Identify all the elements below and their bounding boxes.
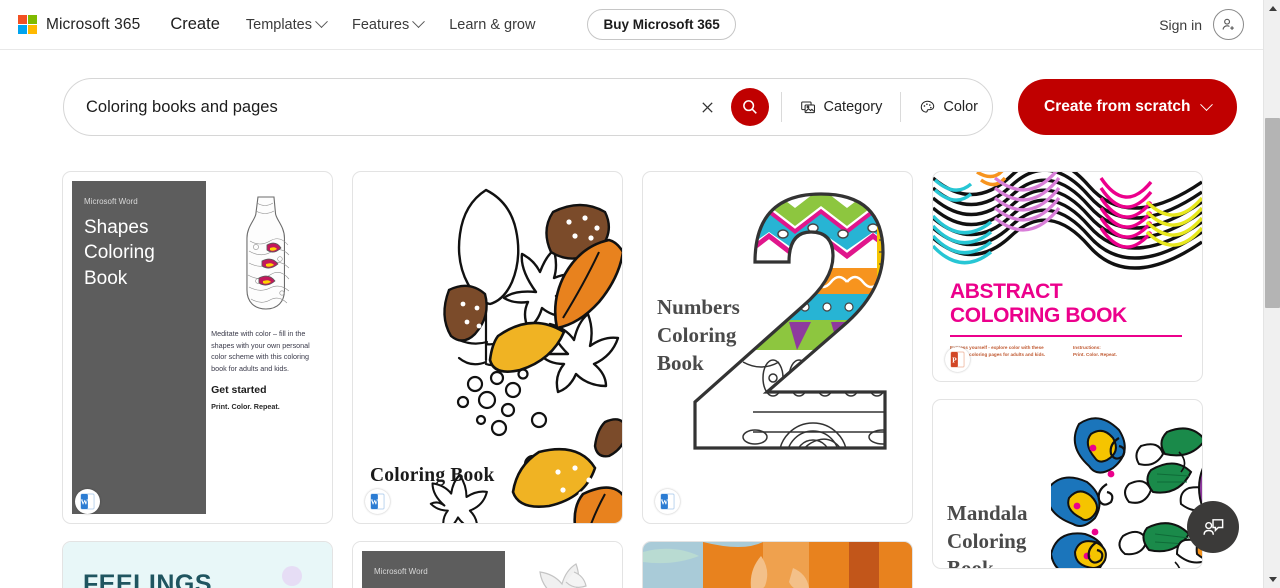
orange-photo-illustration: [643, 542, 912, 588]
filter-color-label: Color: [943, 99, 978, 115]
card-thumbnail: ABSTRACT COLORING BOOK Express yourself …: [933, 172, 1202, 381]
template-card-mandala-coloring-book[interactable]: Mandala Coloring Book: [932, 399, 1203, 569]
card-thumbnail: Mandala Coloring Book: [933, 400, 1202, 568]
search-box: Category Color: [63, 78, 993, 136]
main-nav: Create Templates Features Learn & grow B…: [170, 9, 736, 40]
search-submit-button[interactable]: [730, 88, 769, 126]
card-thumbnail: Numbers Coloring Book: [643, 172, 912, 523]
card-title: Shapes Coloring Book: [84, 217, 155, 289]
sign-in-link[interactable]: Sign in: [1159, 17, 1202, 33]
create-from-scratch-button[interactable]: Create from scratch: [1018, 79, 1238, 135]
card-app-name: Microsoft Word: [84, 197, 138, 206]
card-title: Coloring Book: [370, 465, 495, 486]
scrollbar-thumb[interactable]: [1265, 118, 1280, 308]
vertical-scrollbar[interactable]: [1263, 0, 1280, 588]
feedback-person-icon: [1202, 518, 1223, 535]
word-icon: W: [75, 489, 100, 514]
card-title: FEELINGS: [83, 570, 213, 588]
buy-microsoft-365-button[interactable]: Buy Microsoft 365: [587, 9, 736, 40]
card-thumbnail: FEELINGS: [63, 542, 332, 588]
clear-search-icon[interactable]: [693, 92, 723, 122]
grid-column-1: Microsoft Word Shapes Coloring Book Medi…: [62, 171, 333, 588]
decorated-vase-illustration: [246, 196, 290, 310]
template-card-numbers-coloring-book[interactable]: Numbers Coloring Book W: [642, 171, 913, 524]
card-body-text: Meditate with color – fill in the shapes…: [211, 329, 310, 373]
create-from-scratch-label: Create from scratch: [1044, 98, 1191, 115]
template-card-leaves-coloring-book[interactable]: Coloring Book W: [352, 171, 623, 524]
nav-label-templates: Templates: [245, 16, 312, 33]
abstract-waves-illustration: [933, 172, 1202, 297]
card-title: Mandala Coloring Book: [947, 501, 1028, 568]
leaf-illustration: [539, 563, 587, 588]
title-underline: [950, 335, 1182, 337]
template-card-word-leaf[interactable]: Microsoft Word: [352, 541, 623, 588]
template-card-abstract-coloring-book[interactable]: ABSTRACT COLORING BOOK Express yourself …: [932, 171, 1203, 382]
grid-column-4: ABSTRACT COLORING BOOK Express yourself …: [932, 171, 1203, 588]
card-title: ABSTRACT COLORING BOOK: [950, 280, 1127, 327]
filter-color-button[interactable]: Color: [913, 95, 984, 120]
card-subtext: Print. Color. Repeat.: [211, 401, 280, 411]
nav-item-templates[interactable]: Templates: [245, 15, 328, 33]
scroll-up-icon[interactable]: [1264, 0, 1280, 17]
divider: [780, 92, 782, 122]
card-thumbnail: Coloring Book: [353, 172, 622, 523]
nav-item-features[interactable]: Features: [351, 15, 426, 33]
powerpoint-icon: P: [945, 347, 970, 372]
decorative-dot: [282, 566, 302, 586]
template-card-shapes-coloring-book[interactable]: Microsoft Word Shapes Coloring Book Medi…: [62, 171, 333, 524]
divider: [900, 92, 902, 122]
chevron-down-icon: [315, 15, 328, 29]
card-thumbnail: [643, 542, 912, 588]
search-input[interactable]: [86, 97, 693, 117]
grid-column-2: Coloring Book W Microsoft Word: [352, 171, 623, 588]
template-grid: Microsoft Word Shapes Coloring Book Medi…: [62, 171, 1222, 588]
palette-icon: [921, 100, 935, 113]
header-right: Sign in: [1159, 9, 1266, 40]
card-app-name: Microsoft Word: [374, 567, 428, 576]
site-header: Microsoft 365 Create Templates Features …: [0, 0, 1280, 50]
card-thumbnail: Microsoft Word: [353, 542, 622, 588]
feedback-button[interactable]: [1187, 501, 1239, 553]
nav-label-learn-grow: Learn & grow: [449, 16, 536, 33]
template-card-orange-photo[interactable]: [642, 541, 913, 588]
brand-name: Microsoft 365: [46, 15, 141, 33]
svg-text:P: P: [952, 356, 957, 365]
chevron-down-icon: [412, 15, 426, 29]
filter-category-button[interactable]: Category: [794, 95, 889, 120]
nav-item-learn-grow[interactable]: Learn & grow: [449, 17, 535, 33]
account-avatar-icon[interactable]: [1213, 9, 1244, 40]
svg-text:W: W: [661, 498, 669, 507]
microsoft-logo-icon: [18, 15, 37, 34]
word-icon: W: [365, 489, 390, 514]
filter-category-label: Category: [823, 99, 883, 115]
chevron-down-icon: [1200, 97, 1214, 111]
grid-column-3: Numbers Coloring Book W: [642, 171, 913, 588]
search-row: Category Color Create from scratch: [0, 50, 1280, 136]
card-right-text: Instructions: Print. Color. Repeat.: [1073, 345, 1117, 358]
scroll-down-icon[interactable]: [1264, 571, 1280, 588]
card-title: Numbers Coloring Book: [657, 295, 740, 375]
brand-logo[interactable]: Microsoft 365: [18, 15, 140, 34]
svg-text:W: W: [371, 498, 379, 507]
nav-item-create[interactable]: Create: [170, 15, 220, 34]
nav-label-features: Features: [351, 16, 410, 33]
svg-text:W: W: [81, 498, 89, 507]
card-right-column: Meditate with color – fill in the shapes…: [211, 189, 319, 411]
card-heading: Get started: [211, 383, 267, 396]
template-card-feelings[interactable]: FEELINGS: [62, 541, 333, 588]
nav-label-create: Create: [170, 15, 220, 33]
page-root: Microsoft 365 Create Templates Features …: [0, 0, 1280, 588]
word-icon: W: [655, 489, 680, 514]
mandala-illustration: [1051, 417, 1202, 568]
card-gray-panel: Microsoft Word Shapes Coloring Book: [72, 181, 207, 514]
images-stack-icon: [800, 100, 815, 113]
